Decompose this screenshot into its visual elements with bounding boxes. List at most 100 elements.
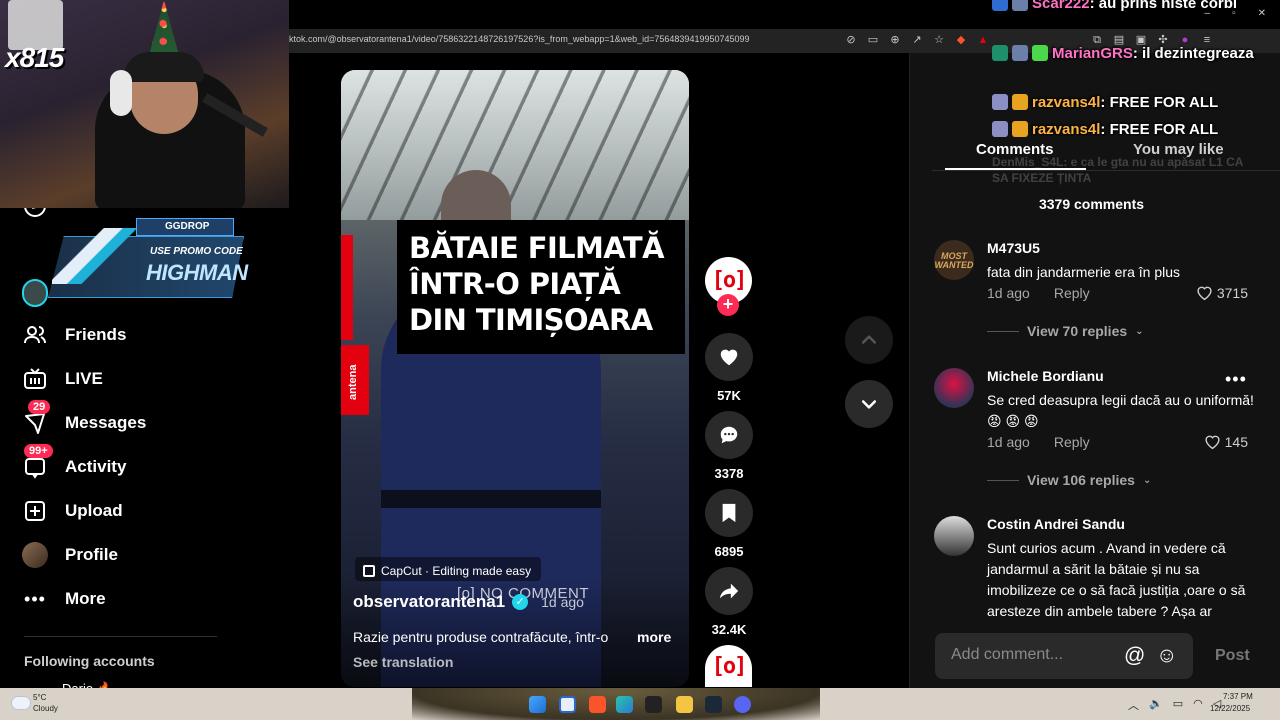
steam-icon[interactable] [705,696,722,713]
promo-brand-label: GGDROP [165,221,210,232]
reply-button[interactable]: Reply [1054,434,1090,450]
chat-badge-icon [992,45,1008,61]
messages-icon: 29 [22,400,51,436]
clock-date[interactable]: 12/22/2025 [1210,704,1250,713]
knife-graphic [52,228,142,284]
sidebar-item-profile[interactable]: Profile [22,540,118,570]
wifi-icon[interactable]: ◠ [1193,697,1203,713]
sidebar-item-live[interactable]: LIVE [22,364,103,394]
headline-line: BĂTAIE FILMATĂ [409,231,665,265]
caption-more-button[interactable]: more [637,629,671,645]
discord-icon[interactable] [734,696,751,713]
chevron-down-icon: ⌄ [1135,325,1144,337]
see-translation-link[interactable]: See translation [353,654,453,670]
more-dots-icon: ••• [24,588,46,609]
sidebar-item-label: Messages [65,413,147,432]
comment-count-rail: 3378 [714,466,744,481]
chat-badge-icon [1012,121,1028,137]
chat-badge-icon [992,121,1008,137]
sidebar-item-friends[interactable]: Friends [22,320,126,350]
share-button[interactable] [705,567,753,615]
live-tv-icon [22,366,48,392]
view-replies-button[interactable]: View 106 replies ⌄ [987,472,1151,488]
app-icon[interactable] [645,696,662,713]
author-name[interactable]: observatorantena1 [353,592,505,612]
start-windows-icon[interactable] [529,696,546,713]
add-comment-input[interactable]: Add comment... [935,633,1193,679]
comment-avatar[interactable] [934,516,974,556]
sidebar-item-label: Profile [65,545,118,564]
following-avatar [22,279,48,307]
chat-message: razvans4l: FREE FOR ALL [992,119,1277,140]
comment-username[interactable]: Costin Andrei Sandu [987,516,1125,532]
media-icon[interactable]: ▭ [866,33,880,47]
comment-avatar[interactable] [934,368,974,408]
share-count: 32.4K [711,622,747,637]
comment-like-count: 145 [1224,434,1248,450]
network-icon[interactable]: ▭ [1173,697,1183,713]
follow-button[interactable]: + [717,294,739,316]
clock-time[interactable]: 7:37 PM [1223,692,1253,701]
save-button[interactable] [705,489,753,537]
comment-like-button[interactable]: 3715 [1196,285,1248,301]
previous-video-button[interactable] [845,316,893,364]
share-icon[interactable]: ↗ [910,33,924,47]
comment-button[interactable] [705,411,753,459]
capcut-label: CapCut · Editing made easy [381,563,532,578]
sidebar-item-label: LIVE [65,369,103,388]
brave-browser-icon[interactable] [589,696,606,713]
sidebar-item-activity[interactable]: 99+ Activity [22,444,126,482]
copilot-icon[interactable] [616,696,633,713]
volume-icon[interactable]: 🔉 [1149,697,1163,713]
sidebar-item-upload[interactable]: Upload [22,496,123,526]
capcut-anchor[interactable]: CapCut · Editing made easy [355,557,542,581]
comment-meta: 1d ago Reply [987,285,1090,301]
comment-like-count: 3715 [1216,285,1248,301]
comment-avatar[interactable]: MOST WANTED [934,240,974,280]
sidebar-item-label: More [65,589,106,608]
bookmark-icon[interactable]: ☆ [932,33,946,47]
post-button[interactable]: Post [1215,647,1250,665]
like-button[interactable] [705,333,753,381]
emoji-smile-icon[interactable]: ☺ [1156,644,1177,668]
comment-text: Se cred deasupra legii dacă au o uniform… [987,392,1254,429]
comment-username[interactable]: Michele Bordianu [987,368,1104,384]
comment-more-options-icon[interactable]: ••• [1225,369,1247,390]
sidebar-item-following[interactable] [22,278,48,308]
mute-icon[interactable]: ⊘ [844,33,858,47]
mention-at-icon[interactable]: @ [1124,644,1145,668]
sidebar-item-more[interactable]: ••• More [22,584,106,614]
comment-meta: 1d ago Reply [987,434,1090,450]
view-replies-label: View 70 replies [1027,323,1128,339]
chat-badge-icon [1012,94,1028,110]
file-explorer-icon[interactable] [676,696,693,713]
video-player[interactable]: antena BĂTAIE FILMATĂ ÎNTR-O PIAȚĂ DIN T… [341,70,689,687]
zoom-icon[interactable]: ⊕ [888,33,902,47]
comment-username[interactable]: M473U5 [987,240,1040,256]
brave-shield-icon[interactable]: ◆ [954,33,968,47]
comment-time: 1d ago [987,285,1030,301]
next-video-button[interactable] [845,380,893,428]
comment-text: Sunt curios acum . Avand in vedere că ja… [987,540,1246,619]
comment-text: fata din jandarmerie era în plus [987,264,1180,280]
friends-icon [22,322,48,348]
cloud-weather-icon[interactable] [11,696,31,710]
chat-text: au prins niste corbi [1098,0,1238,12]
save-count: 6895 [714,544,744,559]
task-view-icon[interactable] [559,696,576,713]
url-text[interactable]: ktok.com/@observatorantena1/video/758632… [289,34,750,44]
comment-like-button[interactable]: 145 [1204,434,1248,450]
chat-badge-icon [992,94,1008,110]
capcut-icon [363,564,375,577]
sidebar-item-label: Friends [65,325,127,344]
chat-badge-icon [1032,45,1048,61]
creator-logo: [o] [711,268,748,293]
promo-text: USE PROMO CODE [150,246,243,257]
sound-avatar[interactable]: [o] [705,645,752,687]
bookmark-icon [722,503,736,523]
reply-button[interactable]: Reply [1054,285,1090,301]
view-replies-button[interactable]: View 70 replies ⌄ [987,323,1144,339]
sidebar-item-messages[interactable]: 29 Messages [22,400,147,438]
chevron-up-icon[interactable]: ︿ [1128,697,1139,713]
rewards-icon[interactable]: ▲ [976,33,990,47]
